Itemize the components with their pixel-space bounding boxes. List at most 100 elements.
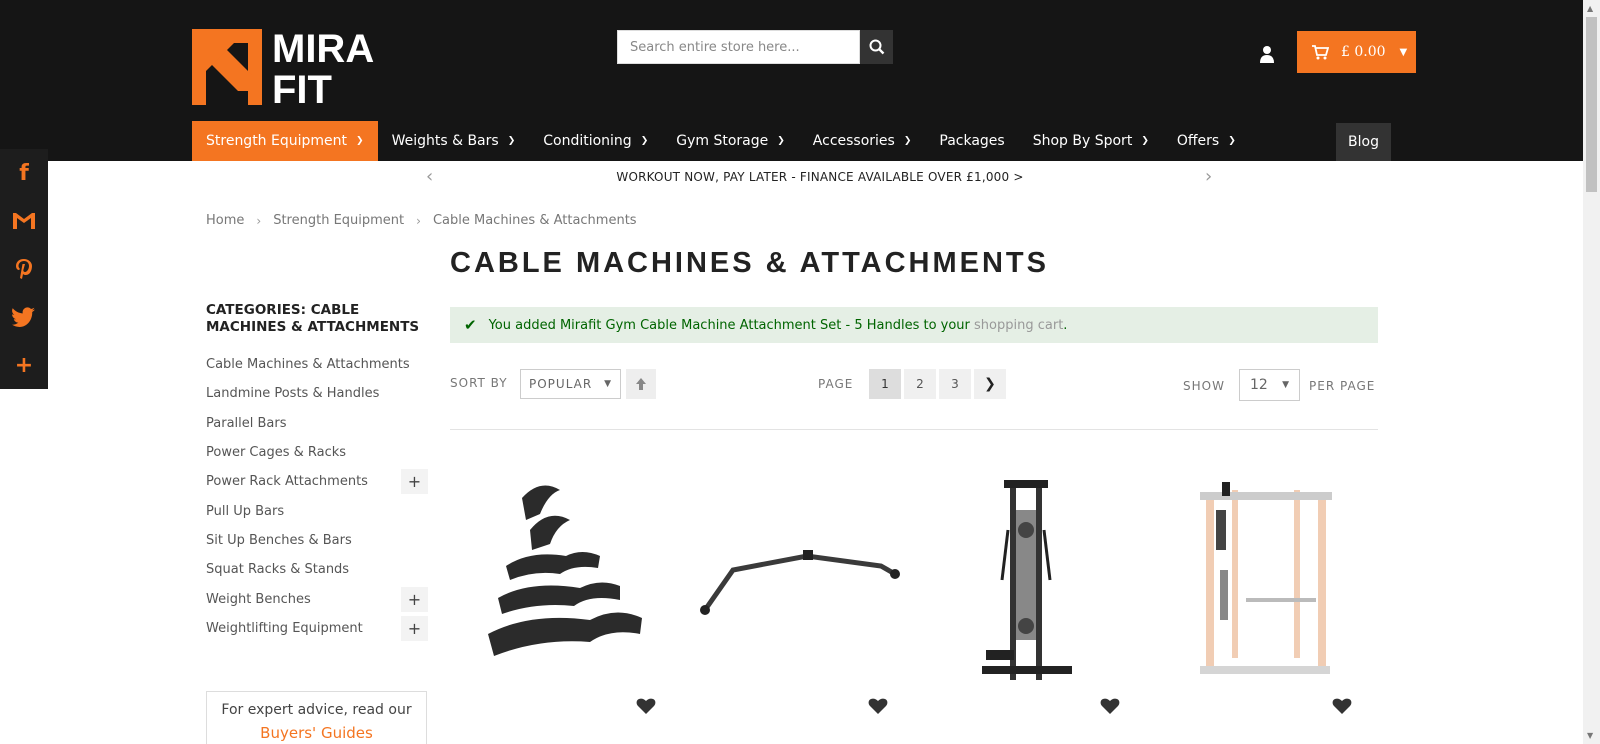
pinterest-icon[interactable]	[0, 245, 48, 293]
nav-item-accessories[interactable]: Accessories ❯	[799, 121, 926, 161]
chevron-down-icon: ❯	[1228, 136, 1236, 146]
category-item-pull-up-bars[interactable]: Pull Up Bars	[206, 496, 428, 525]
category-label: Power Rack Attachments	[206, 474, 368, 490]
category-item-weightlifting[interactable]: Weightlifting Equipment +	[206, 614, 428, 643]
nav-label: Gym Storage	[676, 133, 769, 149]
toolbar-divider	[450, 429, 1378, 430]
wishlist-heart-icon[interactable]	[1332, 697, 1352, 715]
expand-plus-icon[interactable]: +	[401, 615, 428, 641]
lat-bar-image	[700, 550, 900, 615]
power-cage-image	[1200, 482, 1332, 674]
limiter-value: 12	[1250, 377, 1268, 393]
buyers-guide-link[interactable]: Buyers' Guides	[207, 724, 426, 742]
nav-item-conditioning[interactable]: Conditioning ❯	[529, 121, 662, 161]
mini-cart-button[interactable]: £ 0.00 ▼	[1297, 31, 1416, 73]
categories-title: CATEGORIES: CABLE MACHINES & ATTACHMENTS	[206, 302, 420, 335]
page-scrollbar[interactable]: ▲ ▼	[1583, 0, 1600, 744]
category-list: Cable Machines & Attachments Landmine Po…	[206, 350, 428, 643]
chevron-right-icon: ❯	[984, 376, 996, 392]
chevron-down-icon: ❯	[507, 136, 516, 146]
sort-value: POPULAR	[529, 377, 593, 391]
page-3[interactable]: 3	[939, 369, 971, 399]
nav-item-blog[interactable]: Blog	[1336, 123, 1391, 161]
category-label: Pull Up Bars	[206, 503, 285, 519]
expand-plus-icon[interactable]: +	[401, 469, 428, 495]
search-button[interactable]	[860, 30, 893, 64]
sort-direction-button[interactable]	[626, 369, 656, 399]
site-header: MIRA FIT £ 0.00 ▼ Strength Equipment ❯ We…	[0, 0, 1583, 161]
shopping-cart-link[interactable]: shopping cart	[974, 318, 1063, 333]
more-icon[interactable]: +	[0, 341, 48, 389]
search-icon	[869, 39, 884, 55]
category-label: Squat Racks & Stands	[206, 562, 350, 578]
scrollbar-thumb[interactable]	[1586, 17, 1597, 192]
message-end: .	[1063, 317, 1068, 333]
social-share-bar: f +	[0, 149, 48, 389]
twitter-icon[interactable]	[0, 293, 48, 341]
mirafit-logo[interactable]: MIRA FIT	[192, 29, 394, 105]
nav-item-strength-equipment[interactable]: Strength Equipment ❯	[192, 121, 378, 161]
nav-item-packages[interactable]: Packages	[925, 121, 1018, 161]
success-message: ✔ You added Mirafit Gym Cable Machine At…	[450, 307, 1378, 343]
scroll-down-icon[interactable]: ▼	[1587, 731, 1593, 740]
category-item-power-cages[interactable]: Power Cages & Racks	[206, 438, 428, 467]
wishlist-heart-icon[interactable]	[636, 697, 656, 715]
category-item-landmine[interactable]: Landmine Posts & Handles	[206, 379, 428, 408]
product-image-power-cage[interactable]	[1160, 470, 1370, 690]
per-page-label: PER PAGE	[1309, 379, 1376, 393]
category-item-squat-racks[interactable]: Squat Racks & Stands	[206, 555, 428, 584]
show-label: SHOW	[1183, 379, 1225, 393]
category-item-cable-machines[interactable]: Cable Machines & Attachments	[206, 350, 428, 379]
gmail-icon[interactable]	[0, 197, 48, 245]
nav-label: Strength Equipment	[206, 133, 348, 149]
breadcrumb-strength-equipment[interactable]: Strength Equipment	[273, 213, 404, 228]
category-label: Weight Benches	[206, 591, 311, 607]
sort-select[interactable]: POPULAR ▼	[520, 369, 621, 399]
nav-item-weights-bars[interactable]: Weights & Bars ❯	[378, 121, 530, 161]
handles-image	[488, 485, 642, 656]
cart-icon	[1312, 45, 1329, 60]
category-label: Cable Machines & Attachments	[206, 357, 410, 373]
breadcrumb-home[interactable]: Home	[206, 213, 244, 228]
next-page-button[interactable]: ❯	[974, 369, 1006, 399]
wishlist-heart-icon[interactable]	[1100, 697, 1120, 715]
advice-text: For expert advice, read our	[221, 702, 412, 718]
main-navigation: Strength Equipment ❯ Weights & Bars ❯ Cond…	[192, 121, 1250, 161]
nav-label: Packages	[939, 133, 1005, 149]
nav-item-gym-storage[interactable]: Gym Storage ❯	[662, 121, 799, 161]
chevron-left-icon[interactable]: ‹	[426, 166, 433, 187]
chevron-right-icon[interactable]: ›	[1205, 166, 1212, 187]
category-item-parallel-bars[interactable]: Parallel Bars	[206, 409, 428, 438]
product-image-lat-bar[interactable]	[697, 470, 907, 690]
category-item-power-rack-attachments[interactable]: Power Rack Attachments +	[206, 467, 428, 496]
breadcrumb-current: Cable Machines & Attachments	[432, 213, 637, 228]
logo-text-line2: FIT	[272, 68, 332, 105]
nav-item-offers[interactable]: Offers ❯	[1163, 121, 1250, 161]
chevron-down-icon: ▼	[1399, 46, 1408, 58]
limiter-select[interactable]: 12 ▼	[1239, 369, 1300, 401]
expand-plus-icon[interactable]: +	[401, 586, 428, 612]
account-button[interactable]	[1256, 42, 1278, 66]
category-item-weight-benches[interactable]: Weight Benches +	[206, 584, 428, 613]
product-image-handles[interactable]	[470, 470, 680, 690]
promo-bar: ‹ WORKOUT NOW, PAY LATER - FINANCE AVAIL…	[0, 161, 1583, 193]
page-2[interactable]: 2	[904, 369, 936, 399]
chevron-down-icon: ❯	[356, 136, 364, 146]
sort-by-label: SORT BY	[450, 376, 508, 390]
search-box	[617, 30, 860, 64]
chevron-down-icon: ▼	[604, 379, 612, 389]
product-image-cable-tower[interactable]	[930, 470, 1140, 690]
search-input[interactable]	[618, 31, 859, 63]
category-item-sit-up-benches[interactable]: Sit Up Benches & Bars	[206, 526, 428, 555]
facebook-icon[interactable]: f	[0, 149, 48, 197]
nav-item-shop-by-sport[interactable]: Shop By Sport ❯	[1019, 121, 1163, 161]
chevron-right-icon: ›	[416, 213, 421, 228]
page-1[interactable]: 1	[869, 369, 901, 399]
category-label: Weightlifting Equipment	[206, 620, 363, 636]
wishlist-heart-icon[interactable]	[868, 697, 888, 715]
buyers-guide-box: For expert advice, read our Buyers' Guid…	[206, 691, 427, 744]
scroll-up-icon[interactable]: ▲	[1587, 4, 1593, 13]
promo-text[interactable]: WORKOUT NOW, PAY LATER - FINANCE AVAILAB…	[600, 170, 1040, 184]
chevron-down-icon: ❯	[777, 136, 785, 146]
nav-label: Accessories	[812, 133, 895, 149]
